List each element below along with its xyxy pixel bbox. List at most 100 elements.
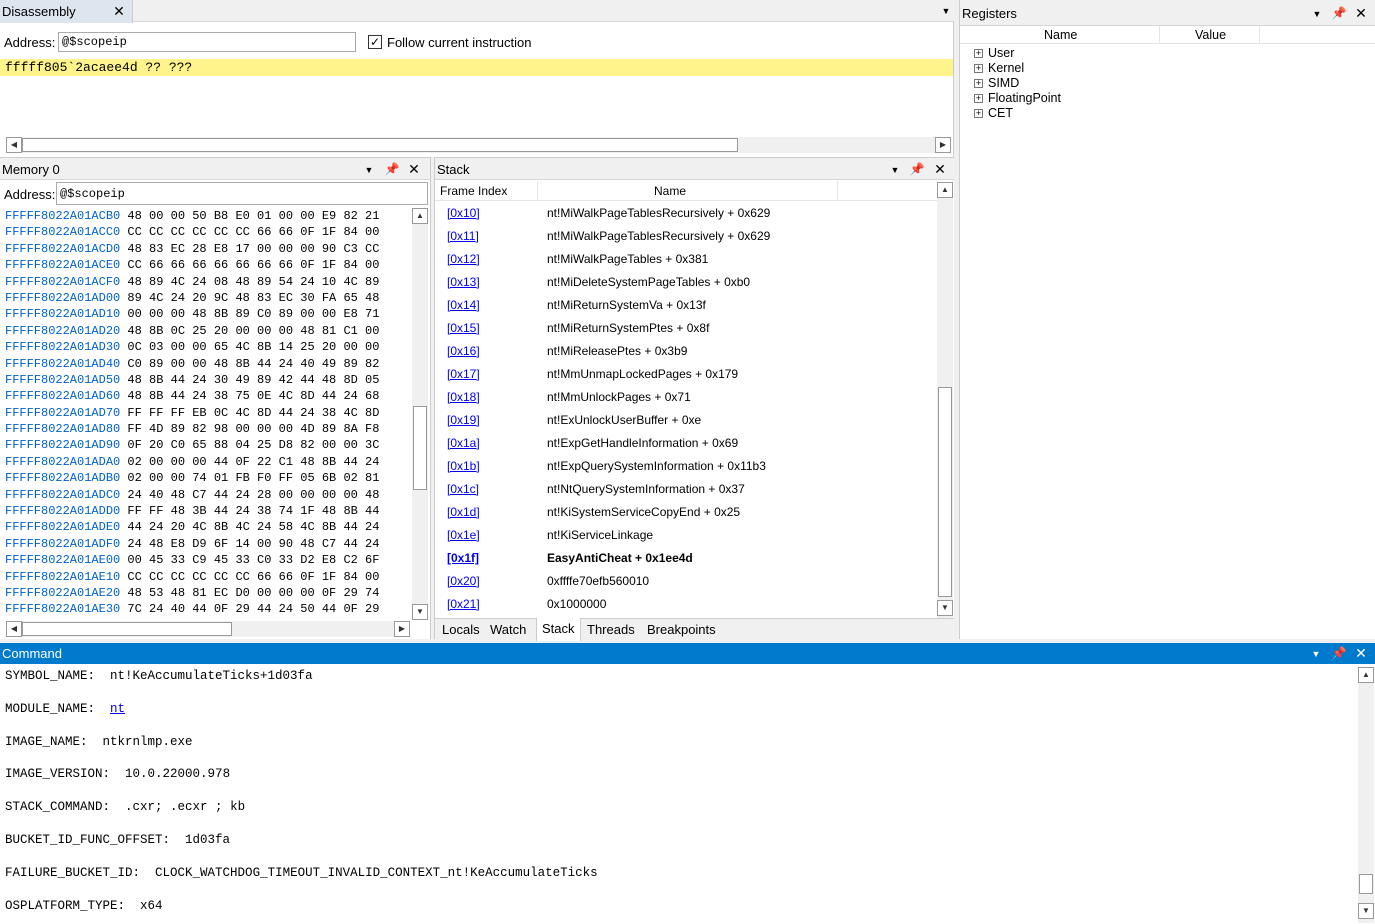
stack-frame-index-link[interactable]: [0x1f] (447, 547, 479, 570)
tab-breakpoints[interactable]: Breakpoints (642, 619, 721, 641)
memory-row-bytes[interactable]: 48 00 00 50 B8 E0 01 00 00 E9 82 21 (127, 209, 379, 223)
memory-row-bytes[interactable]: 0C 03 00 00 65 4C 8B 14 25 20 00 00 (127, 340, 379, 354)
scroll-down-icon[interactable]: ▼ (412, 604, 428, 620)
memory-row-bytes[interactable]: FF 4D 89 82 98 00 00 00 4D 89 8A F8 (127, 422, 379, 436)
close-icon[interactable]: ✕ (406, 162, 422, 176)
stack-frame-index-link[interactable]: [0x20] (447, 570, 480, 593)
scroll-thumb[interactable] (1359, 874, 1373, 894)
memory-row-bytes[interactable]: FF FF 48 3B 44 24 38 74 1F 48 8B 44 (127, 504, 379, 518)
stack-frame-row[interactable]: [0x1c] nt!NtQuerySystemInformation + 0x37 (435, 478, 937, 501)
stack-frame-row[interactable]: [0x1b] nt!ExpQuerySystemInformation + 0x1… (435, 455, 937, 478)
memory-row-bytes[interactable]: FF FF FF EB 0C 4C 8D 44 24 38 4C 8D (127, 406, 379, 420)
registers-col-name[interactable]: Name (1044, 28, 1077, 42)
memory-row[interactable]: FFFFF8022A01AD30 0C 03 00 00 65 4C 8B 14… (5, 339, 410, 355)
memory-row-bytes[interactable]: CC CC CC CC CC CC 66 66 0F 1F 84 00 (127, 225, 379, 239)
plus-box-icon[interactable]: + (974, 79, 983, 88)
chevron-down-icon[interactable]: ▼ (887, 163, 903, 177)
memory-row-bytes[interactable]: 48 8B 44 24 30 49 89 42 44 48 8D 05 (127, 373, 379, 387)
memory-row[interactable]: FFFFF8022A01ADA0 02 00 00 00 44 0F 22 C1… (5, 454, 410, 470)
memory-row[interactable]: FFFFF8022A01AD70 FF FF FF EB 0C 4C 8D 44… (5, 405, 410, 421)
stack-frame-index-link[interactable]: [0x15] (447, 317, 480, 340)
memory-row-bytes[interactable]: 24 40 48 C7 44 24 28 00 00 00 00 48 (127, 488, 379, 502)
memory-row[interactable]: FFFFF8022A01AD60 48 8B 44 24 38 75 0E 4C… (5, 388, 410, 404)
memory-row[interactable]: FFFFF8022A01AD10 00 00 00 48 8B 89 C0 89… (5, 306, 410, 322)
pin-icon[interactable]: 📌 (1331, 646, 1347, 660)
scroll-left-icon[interactable]: ◀ (6, 621, 22, 637)
memory-row[interactable]: FFFFF8022A01ACE0 CC 66 66 66 66 66 66 66… (5, 257, 410, 273)
chevron-down-icon[interactable]: ▼ (1309, 7, 1325, 21)
memory-row[interactable]: FFFFF8022A01AE20 48 53 48 81 EC D0 00 00… (5, 585, 410, 601)
memory-row[interactable]: FFFFF8022A01ACD0 48 83 EC 28 E8 17 00 00… (5, 241, 410, 257)
scroll-thumb[interactable] (938, 387, 952, 597)
memory-row[interactable]: FFFFF8022A01AE30 7C 24 40 44 0F 29 44 24… (5, 601, 410, 617)
tab-threads[interactable]: Threads (582, 619, 640, 641)
memory-row-bytes[interactable]: 44 24 20 4C 8B 4C 24 58 4C 8B 44 24 (127, 520, 379, 534)
memory-row-bytes[interactable]: 02 00 00 74 01 FB F0 FF 05 6B 02 81 (127, 471, 379, 485)
plus-box-icon[interactable]: + (974, 94, 983, 103)
follow-label[interactable]: Follow current instruction (387, 35, 532, 50)
stack-frame-row[interactable]: [0x16] nt!MiReleasePtes + 0x3b9 (435, 340, 937, 363)
stack-frame-index-link[interactable]: [0x14] (447, 294, 480, 317)
stack-frame-row[interactable]: [0x1e] nt!KiServiceLinkage (435, 524, 937, 547)
memory-row-bytes[interactable]: 89 4C 24 20 9C 48 83 EC 30 FA 65 48 (127, 291, 379, 305)
scroll-right-icon[interactable]: ▶ (394, 621, 410, 637)
stack-frame-index-link[interactable]: [0x1b] (447, 455, 480, 478)
close-icon[interactable]: ✕ (111, 4, 127, 18)
memory-row[interactable]: FFFFF8022A01ACF0 48 89 4C 24 08 48 89 54… (5, 274, 410, 290)
registers-col-value[interactable]: Value (1195, 28, 1226, 42)
close-icon[interactable]: ✕ (932, 162, 948, 176)
stack-frame-index-link[interactable]: [0x19] (447, 409, 480, 432)
plus-box-icon[interactable]: + (974, 109, 983, 118)
memory-row-bytes[interactable]: C0 89 00 00 48 8B 44 24 40 49 89 82 (127, 357, 379, 371)
scroll-up-icon[interactable]: ▲ (937, 182, 953, 198)
memory-row[interactable]: FFFFF8022A01AE10 CC CC CC CC CC CC 66 66… (5, 569, 410, 585)
stack-frame-index-link[interactable]: [0x1c] (447, 478, 479, 501)
chevron-down-icon[interactable]: ▼ (1308, 647, 1324, 661)
stack-frame-index-link[interactable]: [0x1e] (447, 524, 480, 547)
pin-icon[interactable]: 📌 (384, 162, 400, 176)
stack-frame-row[interactable]: [0x14] nt!MiReturnSystemVa + 0x13f (435, 294, 937, 317)
stack-frame-row[interactable]: [0x15] nt!MiReturnSystemPtes + 0x8f (435, 317, 937, 340)
stack-frame-index-link[interactable]: [0x12] (447, 248, 480, 271)
scroll-down-icon[interactable]: ▼ (937, 600, 953, 616)
memory-row-bytes[interactable]: 7C 24 40 44 0F 29 44 24 50 44 0F 29 (127, 602, 379, 616)
memory-row[interactable]: FFFFF8022A01AD80 FF 4D 89 82 98 00 00 00… (5, 421, 410, 437)
stack-frame-index-link[interactable]: [0x10] (447, 202, 480, 225)
memory-row-bytes[interactable]: 00 45 33 C9 45 33 C0 33 D2 E8 C2 6F (127, 553, 379, 567)
stack-frame-index-link[interactable]: [0x21] (447, 593, 480, 616)
memory-row[interactable]: FFFFF8022A01ACB0 48 00 00 50 B8 E0 01 00… (5, 208, 410, 224)
memory-row[interactable]: FFFFF8022A01ADD0 FF FF 48 3B 44 24 38 74… (5, 503, 410, 519)
tab-locals[interactable]: Locals (437, 619, 485, 641)
register-group-simd[interactable]: + SIMD (974, 76, 1174, 91)
close-icon[interactable]: ✕ (1353, 646, 1369, 660)
scroll-left-icon[interactable]: ◀ (6, 137, 22, 153)
register-group-cet[interactable]: + CET (974, 106, 1174, 121)
memory-row-bytes[interactable]: 48 8B 44 24 38 75 0E 4C 8D 44 24 68 (127, 389, 379, 403)
stack-frame-index-link[interactable]: [0x1d] (447, 501, 480, 524)
scroll-down-icon[interactable]: ▼ (1358, 903, 1374, 919)
stack-frame-index-link[interactable]: [0x16] (447, 340, 480, 363)
disassembly-hscrollbar[interactable]: ◀ ▶ (6, 137, 951, 153)
stack-frame-row[interactable]: [0x11] nt!MiWalkPageTablesRecursively + 0… (435, 225, 937, 248)
stack-col-name[interactable]: Name (654, 184, 686, 198)
memory-row[interactable]: FFFFF8022A01ADE0 44 24 20 4C 8B 4C 24 58… (5, 519, 410, 535)
pin-icon[interactable]: 📌 (1331, 6, 1347, 20)
disassembly-current-line[interactable]: fffff805`2acaee4d ?? ??? (0, 59, 953, 76)
memory-row[interactable]: FFFFF8022A01ADC0 24 40 48 C7 44 24 28 00… (5, 487, 410, 503)
memory-row[interactable]: FFFFF8022A01ADF0 24 48 E8 D9 6F 14 00 90… (5, 536, 410, 552)
stack-frame-row[interactable]: [0x1a] nt!ExpGetHandleInformation + 0x69 (435, 432, 937, 455)
stack-frame-row[interactable]: [0x1d] nt!KiSystemServiceCopyEnd + 0x25 (435, 501, 937, 524)
stack-vscrollbar[interactable]: ▲ ▼ (937, 182, 953, 620)
follow-checkbox[interactable]: ✓ (368, 35, 382, 49)
register-group-user[interactable]: + User (974, 46, 1174, 61)
memory-row[interactable]: FFFFF8022A01AD00 89 4C 24 20 9C 48 83 EC… (5, 290, 410, 306)
stack-frame-row[interactable]: [0x10] nt!MiWalkPageTablesRecursively + 0… (435, 202, 937, 225)
stack-frame-index-link[interactable]: [0x18] (447, 386, 480, 409)
register-group-floatingpoint[interactable]: + FloatingPoint (974, 91, 1174, 106)
memory-row[interactable]: FFFFF8022A01AD40 C0 89 00 00 48 8B 44 24… (5, 356, 410, 372)
plus-box-icon[interactable]: + (974, 64, 983, 73)
tab-watch[interactable]: Watch (485, 619, 531, 641)
memory-hscrollbar[interactable]: ◀ ▶ (6, 621, 410, 637)
stack-frame-row[interactable]: [0x20] 0xffffe70efb560010 (435, 570, 937, 593)
stack-frame-index-link[interactable]: [0x17] (447, 363, 480, 386)
